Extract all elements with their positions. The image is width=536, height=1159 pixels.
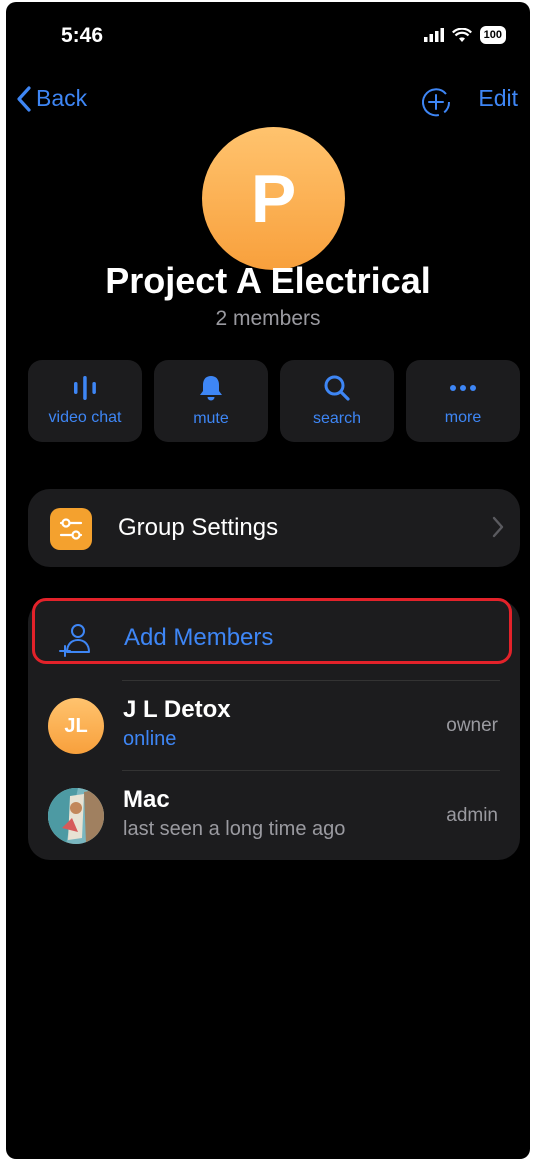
- bell-icon: [200, 376, 222, 401]
- status-bar: 5:46 100: [6, 2, 530, 72]
- mute-button[interactable]: mute: [154, 360, 268, 442]
- highlight-outline: [32, 598, 512, 664]
- member-name: Mac: [123, 786, 170, 813]
- signal-icon: [423, 28, 444, 42]
- member-name: J L Detox: [123, 696, 231, 723]
- group-title: Project A Electrical: [105, 260, 431, 301]
- sliders-icon: [50, 508, 92, 550]
- member-role: admin: [446, 805, 498, 826]
- action-buttons: video chat mute search more: [28, 360, 520, 442]
- video-chat-label: video chat: [48, 409, 122, 426]
- status-time: 5:46: [61, 24, 104, 47]
- edit-button[interactable]: Edit: [478, 85, 518, 112]
- video-chat-button[interactable]: video chat: [28, 360, 142, 442]
- member-row-jl-detox[interactable]: JL J L Detox online owner: [28, 680, 520, 770]
- more-button[interactable]: more: [406, 360, 520, 442]
- mute-label: mute: [193, 410, 229, 427]
- member-status: online: [123, 728, 177, 750]
- nav-bar: Back Edit: [6, 82, 530, 122]
- member-status: last seen a long time ago: [123, 818, 346, 840]
- back-button[interactable]: Back: [16, 85, 87, 112]
- group-settings-row[interactable]: Group Settings: [28, 489, 520, 567]
- group-settings-label: Group Settings: [118, 514, 279, 541]
- more-label: more: [444, 409, 482, 426]
- wifi-icon: [451, 27, 472, 42]
- status-icons: 100: [423, 26, 506, 44]
- avatar: JL: [48, 698, 104, 754]
- add-circle-icon[interactable]: [420, 86, 452, 118]
- search-label: search: [312, 410, 362, 427]
- ellipsis-icon: [450, 385, 476, 391]
- search-button[interactable]: search: [280, 360, 394, 442]
- group-avatar[interactable]: P: [202, 127, 345, 270]
- back-label: Back: [36, 85, 88, 111]
- search-icon: [324, 375, 350, 401]
- members-count: 2 members: [215, 307, 321, 330]
- member-role: owner: [446, 715, 498, 736]
- member-row-mac[interactable]: Mac last seen a long time ago admin: [28, 770, 520, 860]
- voice-wave-icon: [74, 376, 96, 400]
- group-info-screen: 5:46 100 Back Edit P Project A Electrica…: [6, 2, 530, 1159]
- chevron-left-icon: [17, 85, 31, 112]
- chevron-right-icon: [492, 516, 504, 538]
- avatar: [48, 788, 104, 844]
- battery-icon: 100: [479, 26, 506, 44]
